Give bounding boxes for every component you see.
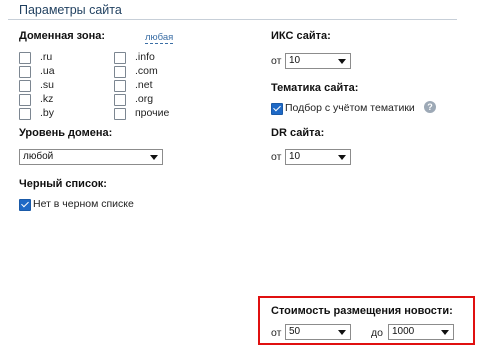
checkbox-net[interactable] (114, 80, 126, 92)
checkbox-info[interactable] (114, 52, 126, 64)
option-label: .info (135, 51, 155, 63)
topic-label: Тематика сайта: (271, 82, 359, 94)
price-to-label: до (371, 327, 383, 339)
option-label: .net (135, 79, 153, 91)
chevron-down-icon (150, 155, 158, 160)
option-label: .by (40, 107, 55, 119)
option-label: .com (135, 65, 158, 77)
section-title: Параметры сайта (19, 3, 122, 17)
chevron-down-icon (338, 330, 346, 335)
chevron-down-icon (338, 155, 346, 160)
iks-label: ИКС сайта: (271, 30, 331, 42)
chevron-down-icon (338, 59, 346, 64)
checkbox-other[interactable] (114, 108, 126, 120)
price-from-select[interactable]: 50 (285, 324, 351, 340)
iks-select[interactable]: 10 (285, 53, 351, 69)
price-to-value: 1000 (392, 326, 415, 337)
title-divider (8, 19, 457, 20)
chevron-down-icon (441, 330, 449, 335)
dr-select[interactable]: 10 (285, 149, 351, 165)
dr-value: 10 (289, 151, 301, 162)
price-label: Стоимость размещения новости: (271, 305, 453, 317)
checkbox-com[interactable] (114, 66, 126, 78)
topic-checkbox-label: Подбор с учётом тематики (285, 102, 415, 114)
domain-level-value: любой (23, 151, 54, 162)
iks-from-label: от (271, 55, 282, 67)
option-label: .org (135, 93, 154, 105)
price-from-value: 50 (289, 326, 301, 337)
option-label: прочие (135, 107, 170, 119)
checkbox-org[interactable] (114, 94, 126, 106)
price-from-label: от (271, 327, 282, 339)
checkbox-su[interactable] (19, 80, 31, 92)
blacklist-checkbox[interactable] (19, 199, 31, 211)
blacklist-label: Черный список: (19, 178, 107, 190)
checkbox-ru[interactable] (19, 52, 31, 64)
dr-label: DR сайта: (271, 127, 325, 139)
option-label: .kz (40, 93, 54, 105)
checkbox-ua[interactable] (19, 66, 31, 78)
domain-zone-any-link[interactable]: любая (145, 33, 174, 44)
dr-from-label: от (271, 151, 282, 163)
domain-zone-label: Доменная зона: (19, 30, 106, 42)
iks-value: 10 (289, 55, 301, 66)
domain-level-select[interactable]: любой (19, 149, 163, 165)
domain-level-label: Уровень домена: (19, 127, 113, 139)
blacklist-checkbox-label: Нет в черном списке (33, 198, 134, 210)
option-label: .ru (40, 51, 53, 63)
option-label: .su (40, 79, 55, 91)
help-icon[interactable]: ? (424, 101, 436, 113)
checkbox-by[interactable] (19, 108, 31, 120)
topic-checkbox[interactable] (271, 103, 283, 115)
checkbox-kz[interactable] (19, 94, 31, 106)
option-label: .ua (40, 65, 55, 77)
price-to-select[interactable]: 1000 (388, 324, 454, 340)
